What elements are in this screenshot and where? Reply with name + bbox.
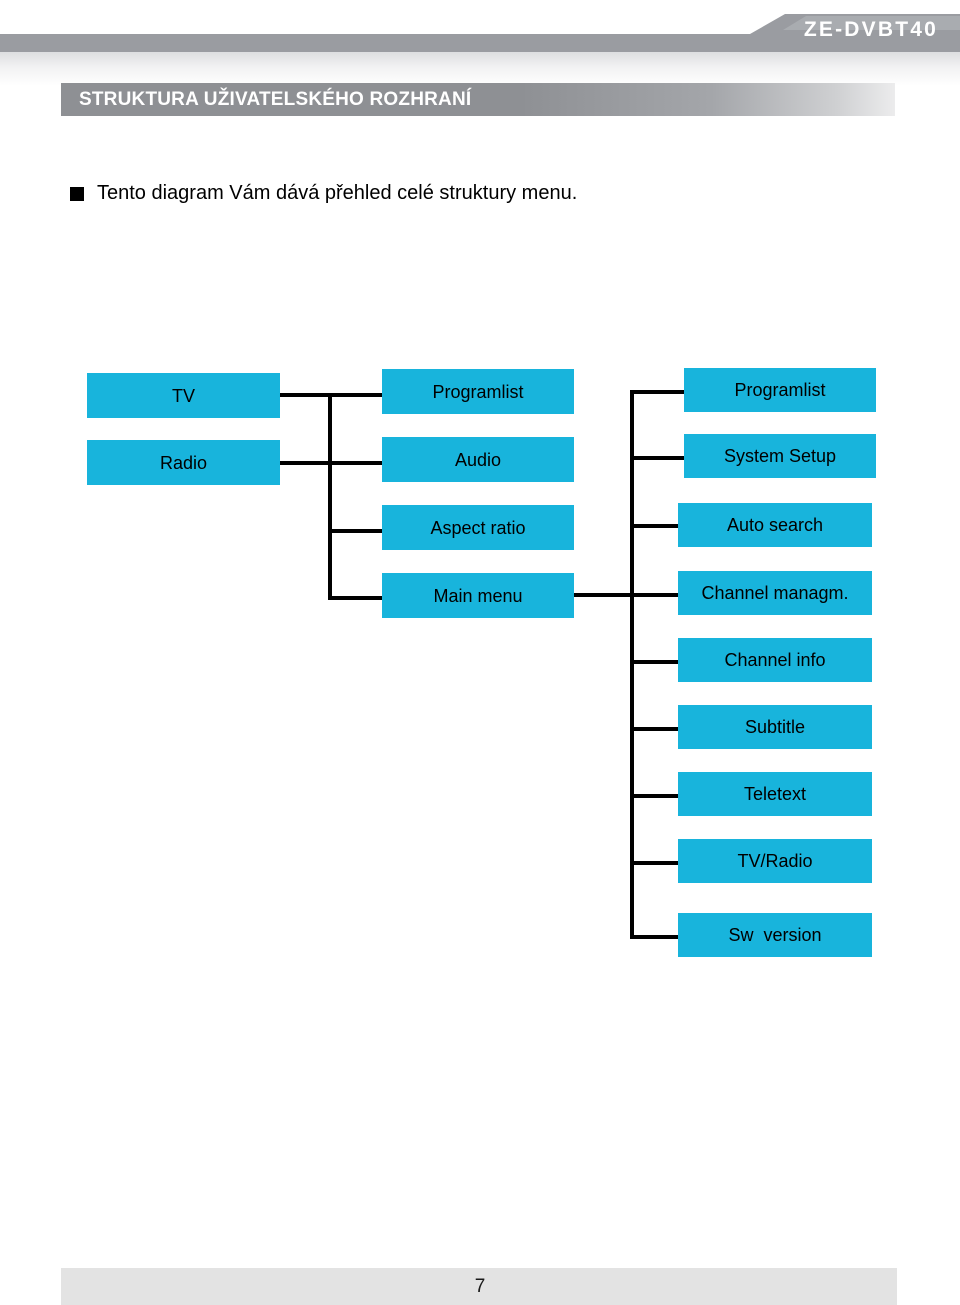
connector-line [280,393,328,397]
diagram-node: Aspect ratio [382,505,574,550]
diagram-node: Auto search [678,503,872,547]
connector-line [630,593,678,597]
diagram-node: Subtitle [678,705,872,749]
connector-line [328,529,382,533]
diagram-node: Audio [382,437,574,482]
page-number: 7 [474,1276,486,1297]
diagram-node: Programlist [382,369,574,414]
connector-line [630,390,684,394]
connector-line [328,596,382,600]
diagram-node: TV [87,373,280,418]
connector-line [630,456,684,460]
diagram-node: System Setup [684,434,876,478]
menu-structure-diagram: TV Radio Programlist Audio Aspect ratio Main … [0,0,960,1305]
diagram-node: Programlist [684,368,876,412]
manual-page: ZE-DVBT40 STRUKTURA UŽIVATELSKÉHO ROZHRA… [0,0,960,1305]
connector-line [280,461,328,465]
connector-line [328,461,382,465]
connector-line [630,524,678,528]
connector-line [630,390,634,939]
diagram-node: Channel managm. [678,571,872,615]
connector-line [328,393,332,600]
diagram-node: Channel info [678,638,872,682]
diagram-node: TV/Radio [678,839,872,883]
connector-line [328,393,382,397]
connector-line [630,660,678,664]
diagram-node: Sw version [678,913,872,957]
connector-line [574,593,630,597]
connector-line [630,935,678,939]
diagram-node: Main menu [382,573,574,618]
connector-line [630,861,678,865]
diagram-node: Radio [87,440,280,485]
connector-line [630,794,678,798]
diagram-node: Teletext [678,772,872,816]
connector-line [630,727,678,731]
